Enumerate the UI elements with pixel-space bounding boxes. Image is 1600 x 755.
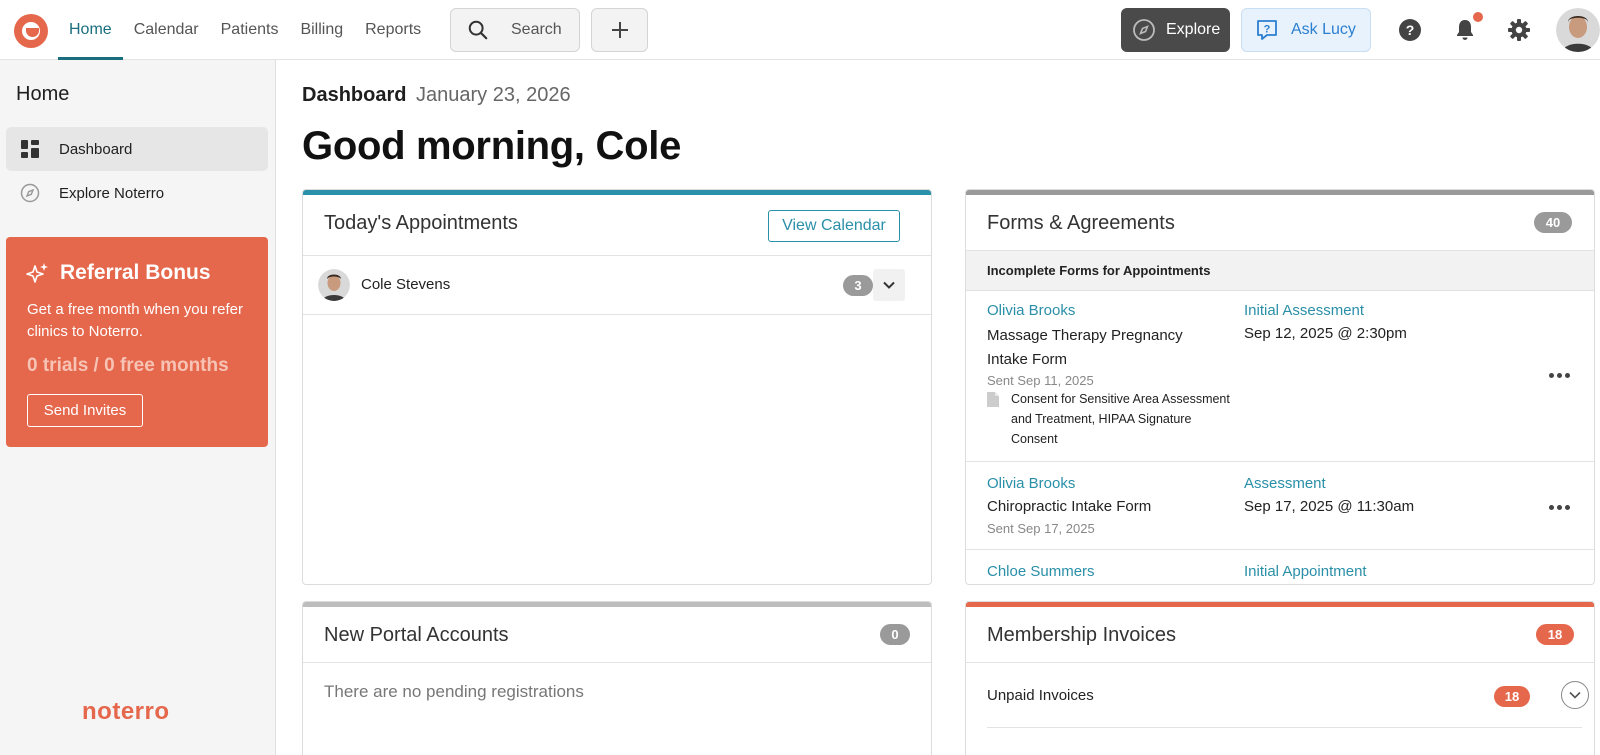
appointment-row[interactable]: Cole Stevens 3 — [303, 256, 931, 315]
referral-description: Get a free month when you refer clinics … — [27, 301, 243, 340]
plus-icon — [611, 22, 628, 38]
breadcrumb-page: Dashboard — [302, 84, 407, 106]
dashboard-icon — [19, 140, 41, 158]
membership-invoices-card: Membership Invoices 18 Unpaid Invoices 1… — [965, 601, 1595, 755]
patient-name-link[interactable]: Chloe Summers — [987, 563, 1095, 580]
form-entry: Chloe Summers Initial Appointment — [966, 550, 1594, 584]
more-options-button[interactable] — [1544, 497, 1574, 517]
more-options-button[interactable] — [1544, 365, 1574, 385]
appointment-type-link[interactable]: Initial Appointment — [1244, 563, 1367, 580]
appointment-date: Sep 12, 2025 @ 2:30pm — [1244, 325, 1407, 342]
card-header: Membership Invoices 18 — [966, 607, 1594, 663]
nav-home[interactable]: Home — [58, 0, 123, 60]
ask-lucy-button[interactable]: ? Ask Lucy — [1241, 8, 1371, 52]
portal-accounts-card: New Portal Accounts 0 There are no pendi… — [302, 601, 932, 755]
sidebar-item-label: Explore Noterro — [59, 184, 165, 202]
appointment-type-link[interactable]: Initial Assessment — [1244, 302, 1364, 319]
document-icon — [987, 389, 1011, 449]
forms-title: Forms & Agreements — [987, 212, 1175, 234]
sparkle-icon — [26, 263, 48, 283]
card-header: Forms & Agreements 40 — [966, 195, 1594, 251]
invoices-title: Membership Invoices — [987, 624, 1176, 646]
search-button[interactable]: Search — [450, 8, 580, 52]
sidebar-item-dashboard[interactable]: Dashboard — [6, 127, 268, 171]
form-sent-date: Sent Sep 11, 2025 — [987, 373, 1094, 388]
avatar — [318, 269, 350, 301]
add-button[interactable] — [591, 8, 648, 52]
appointments-title: Today's Appointments — [324, 212, 518, 234]
incomplete-forms-subheader: Incomplete Forms for Appointments — [966, 251, 1594, 291]
explore-button[interactable]: Explore — [1121, 8, 1230, 52]
appointments-card: Today's Appointments View Calendar Cole … — [302, 189, 932, 585]
form-sent-date: Sent Sep 17, 2025 — [987, 521, 1095, 536]
compass-icon — [19, 183, 41, 203]
empty-state-text: There are no pending registrations — [324, 682, 584, 701]
form-entry: Olivia Brooks Massage Therapy Pregnancy … — [966, 291, 1594, 462]
page-title: Good morning, Cole — [302, 124, 682, 168]
breadcrumb: Dashboard January 23, 2026 — [302, 84, 571, 107]
nav-patients[interactable]: Patients — [210, 0, 290, 60]
nav-billing[interactable]: Billing — [289, 0, 354, 60]
help-button[interactable]: ? — [1397, 17, 1423, 43]
referral-title: Referral Bonus — [26, 261, 211, 285]
form-name: Chiropractic Intake Form — [987, 498, 1152, 515]
sidebar-item-label: Dashboard — [59, 140, 133, 158]
appointment-type-link[interactable]: Assessment — [1244, 475, 1326, 492]
chat-question-icon: ? — [1257, 20, 1277, 40]
form-entry: Olivia Brooks Chiropractic Intake Form S… — [966, 462, 1594, 550]
referral-bonus-card: Referral Bonus Get a free month when you… — [6, 237, 268, 447]
forms-count-badge: 40 — [1534, 212, 1572, 233]
main-nav: Home Calendar Patients Billing Reports — [58, 0, 432, 60]
portal-count-badge: 0 — [880, 624, 910, 645]
form-name: Massage Therapy Pregnancy Intake Form — [987, 327, 1183, 368]
noterro-wordmark: noterro — [82, 698, 170, 725]
appointment-date: Sep 17, 2025 @ 11:30am — [1244, 498, 1415, 515]
forms-agreements-card: Forms & Agreements 40 Incomplete Forms f… — [965, 189, 1595, 585]
chevron-down-icon — [883, 281, 895, 289]
patient-name-link[interactable]: Olivia Brooks — [987, 302, 1075, 319]
form-attachments: Consent for Sensitive Area Assessment an… — [987, 389, 1232, 449]
user-avatar[interactable] — [1556, 8, 1600, 52]
invoices-count-badge: 18 — [1536, 624, 1574, 645]
search-label: Search — [511, 21, 562, 38]
expand-appointments-button[interactable] — [873, 269, 905, 301]
unpaid-invoices-row[interactable]: Unpaid Invoices 18 — [987, 664, 1589, 728]
ask-lucy-label: Ask Lucy — [1291, 21, 1356, 38]
appointment-count-badge: 3 — [843, 275, 873, 296]
card-header: Today's Appointments View Calendar — [303, 195, 931, 256]
portal-title: New Portal Accounts — [324, 624, 509, 646]
svg-text:?: ? — [1406, 22, 1415, 38]
sidebar: Home Dashboard Explore Noterro Referral … — [0, 60, 276, 755]
patient-name-link[interactable]: Olivia Brooks — [987, 475, 1075, 492]
sidebar-item-explore-noterro[interactable]: Explore Noterro — [6, 171, 268, 215]
explore-label: Explore — [1166, 21, 1221, 38]
unpaid-count-badge: 18 — [1494, 686, 1530, 707]
nav-reports[interactable]: Reports — [354, 0, 432, 60]
noterro-logo[interactable] — [14, 14, 48, 48]
bell-icon — [1457, 20, 1473, 40]
notification-dot — [1473, 12, 1483, 22]
breadcrumb-date: January 23, 2026 — [416, 84, 571, 106]
help-icon: ? — [1399, 19, 1421, 41]
card-header: New Portal Accounts 0 — [303, 607, 931, 663]
sidebar-title: Home — [16, 83, 70, 105]
expand-unpaid-button[interactable] — [1561, 681, 1589, 709]
svg-text:?: ? — [1264, 24, 1271, 36]
send-invites-button[interactable]: Send Invites — [27, 394, 143, 427]
unpaid-invoices-label: Unpaid Invoices — [987, 687, 1094, 704]
settings-button[interactable] — [1506, 17, 1532, 43]
chevron-down-icon — [1569, 691, 1581, 699]
top-bar: Home Calendar Patients Billing Reports S… — [0, 0, 1600, 60]
view-calendar-button[interactable]: View Calendar — [768, 210, 900, 242]
search-icon — [468, 20, 488, 40]
appointment-provider-name: Cole Stevens — [361, 276, 451, 293]
referral-stats: 0 trials / 0 free months — [27, 355, 229, 376]
compass-icon — [1133, 19, 1155, 41]
nav-calendar[interactable]: Calendar — [123, 0, 210, 60]
gear-icon — [1508, 19, 1530, 41]
